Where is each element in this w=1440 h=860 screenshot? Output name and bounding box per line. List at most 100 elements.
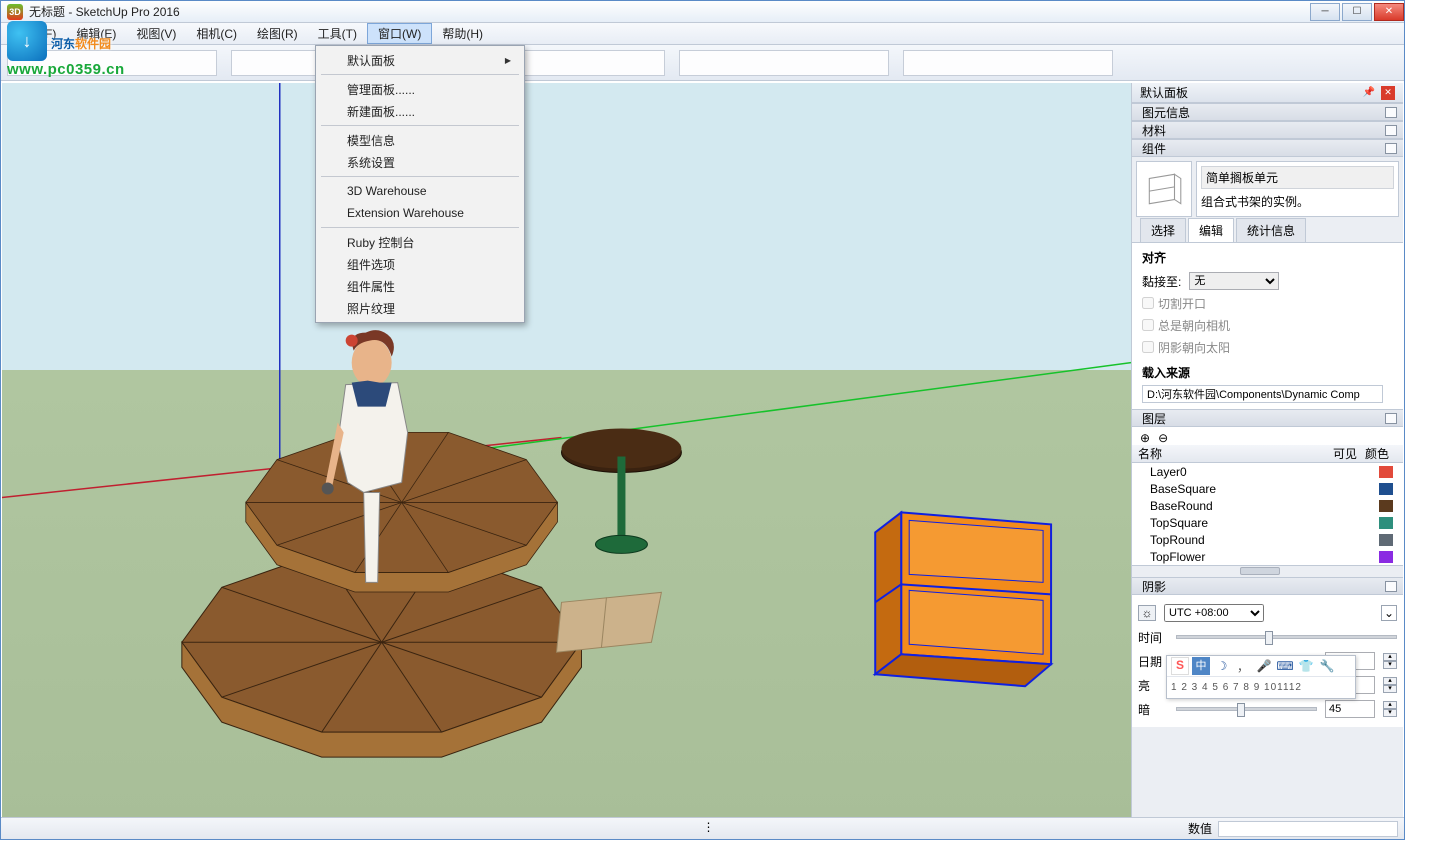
layer-color-swatch[interactable] (1379, 534, 1393, 546)
viewport[interactable] (2, 83, 1131, 838)
collapse-icon[interactable] (1385, 125, 1397, 136)
tab-edit[interactable]: 编辑 (1188, 218, 1234, 242)
col-name[interactable]: 名称 (1138, 445, 1333, 462)
face-camera-checkbox: 总是朝向相机 (1142, 317, 1230, 334)
menu-preferences[interactable]: 系统设置 (319, 151, 521, 173)
toolbar-slot-4[interactable] (679, 50, 889, 76)
shadow-toggle-icon[interactable]: ☼ (1138, 605, 1156, 621)
ime-mode-cn[interactable]: 中 (1192, 657, 1210, 675)
glue-select[interactable]: 无 (1189, 272, 1279, 290)
component-thumbnail[interactable] (1136, 161, 1192, 217)
dark-input[interactable] (1325, 700, 1375, 718)
collapse-icon[interactable] (1385, 107, 1397, 118)
ime-comma-icon[interactable]: ， (1234, 657, 1252, 675)
layer-row[interactable]: TopSquare (1132, 514, 1403, 531)
dark-label: 暗 (1138, 701, 1168, 718)
menu-separator (321, 176, 519, 177)
collapse-icon[interactable] (1385, 143, 1397, 154)
collapse-icon[interactable] (1385, 413, 1397, 424)
menu-default-tray[interactable]: 默认面板 (319, 49, 521, 71)
shadow-settings-button[interactable]: ⌄ (1381, 605, 1397, 621)
tray-section-materials[interactable]: 材料 (1132, 121, 1403, 139)
menu-component-options[interactable]: 组件选项 (319, 253, 521, 275)
tray-section-entity-info[interactable]: 图元信息 (1132, 103, 1403, 121)
tab-select[interactable]: 选择 (1140, 218, 1186, 242)
component-edit-body: 对齐 黏接至: 无 切割开口 总是朝向相机 阴影朝向太阳 载入来源 D:\河东软… (1132, 243, 1403, 409)
timezone-select[interactable]: UTC +08:00 (1164, 604, 1264, 622)
layer-name: TopRound (1138, 533, 1347, 547)
minimize-button[interactable]: ─ (1310, 3, 1340, 21)
toolbar-slot-5[interactable] (903, 50, 1113, 76)
loaded-from-header: 载入来源 (1142, 364, 1393, 381)
window-title: 无标题 - SketchUp Pro 2016 (29, 3, 180, 20)
menu-tools[interactable]: 工具(T) (308, 23, 367, 44)
menu-3d-warehouse[interactable]: 3D Warehouse (319, 180, 521, 202)
menu-photo-textures[interactable]: 照片纹理 (319, 297, 521, 319)
ime-logo-icon[interactable]: S (1171, 657, 1189, 675)
layer-color-swatch[interactable] (1379, 551, 1393, 563)
layer-name: BaseRound (1138, 499, 1347, 513)
layer-row[interactable]: BaseRound (1132, 497, 1403, 514)
date-label: 日期 (1138, 653, 1168, 670)
layer-row[interactable]: BaseSquare (1132, 480, 1403, 497)
menu-component-attributes[interactable]: 组件属性 (319, 275, 521, 297)
menu-new-tray[interactable]: 新建面板...... (319, 100, 521, 122)
layer-row[interactable]: Layer0 (1132, 463, 1403, 480)
collapse-icon[interactable] (1385, 581, 1397, 592)
component-desc-text: 组合式书架的实例。 (1201, 193, 1394, 210)
ime-moon-icon[interactable]: ☽ (1213, 657, 1231, 675)
tab-statistics[interactable]: 统计信息 (1236, 218, 1306, 242)
light-spinner[interactable]: ▴▾ (1383, 677, 1397, 693)
ime-skin-icon[interactable]: 👕 (1297, 657, 1315, 675)
menu-camera[interactable]: 相机(C) (186, 23, 247, 44)
menu-ruby-console[interactable]: Ruby 控制台 (319, 231, 521, 253)
menu-edit[interactable]: 编辑(E) (66, 23, 126, 44)
layers-header: 名称 可见 颜色 (1132, 445, 1403, 463)
time-slider[interactable] (1176, 635, 1397, 639)
layer-name: Layer0 (1138, 465, 1347, 479)
layer-color-swatch[interactable] (1379, 517, 1393, 529)
cut-opening-checkbox: 切割开口 (1142, 295, 1206, 312)
pin-icon[interactable]: 📌 (1363, 87, 1375, 98)
layer-color-swatch[interactable] (1379, 500, 1393, 512)
dark-slider[interactable] (1176, 707, 1317, 711)
ime-mic-icon[interactable]: 🎤 (1255, 657, 1273, 675)
menu-draw[interactable]: 绘图(R) (247, 23, 308, 44)
menu-help[interactable]: 帮助(H) (432, 23, 493, 44)
menu-view[interactable]: 视图(V) (126, 23, 186, 44)
ime-tools-icon[interactable]: 🔧 (1318, 657, 1336, 675)
close-button[interactable]: ✕ (1374, 3, 1404, 21)
tray-section-layers[interactable]: 图层 (1132, 409, 1403, 427)
component-preview: 简单搁板单元 组合式书架的实例。 (1132, 157, 1403, 221)
tray-section-shadows[interactable]: 阴影 (1132, 577, 1403, 595)
component-tabs: 选择 编辑 统计信息 (1132, 221, 1403, 243)
measurement-label: 数值 (1188, 820, 1218, 837)
dark-spinner[interactable]: ▴▾ (1383, 701, 1397, 717)
menu-extension-warehouse[interactable]: Extension Warehouse (319, 202, 521, 224)
layer-row[interactable]: TopRound (1132, 531, 1403, 548)
tray-close-button[interactable]: ✕ (1381, 86, 1395, 100)
toolbar-slot-1[interactable] (7, 50, 217, 76)
ime-toolbar[interactable]: S 中 ☽ ， 🎤 ⌨ 👕 🔧 1 2 3 4 5 6 7 8 9 101112 (1166, 655, 1356, 699)
tray-title[interactable]: 默认面板 📌 ✕ (1132, 83, 1403, 103)
layers-scrollbar[interactable] (1132, 565, 1403, 577)
col-color[interactable]: 颜色 (1365, 445, 1397, 462)
ime-keyboard-icon[interactable]: ⌨ (1276, 657, 1294, 675)
layer-color-swatch[interactable] (1379, 483, 1393, 495)
layer-name: TopFlower (1138, 550, 1347, 564)
menu-model-info[interactable]: 模型信息 (319, 129, 521, 151)
layer-row[interactable]: TopFlower (1132, 548, 1403, 565)
measurement-input[interactable] (1218, 821, 1398, 837)
menu-manage-trays[interactable]: 管理面板...... (319, 78, 521, 100)
layers-toolbar: ⊕⊖ (1132, 427, 1403, 445)
layer-color-swatch[interactable] (1379, 466, 1393, 478)
menu-file[interactable]: 文件(F) (7, 23, 66, 44)
menu-window[interactable]: 窗口(W) (367, 23, 432, 44)
date-spinner[interactable]: ▴▾ (1383, 653, 1397, 669)
col-visible[interactable]: 可见 (1333, 445, 1365, 462)
layer-name: TopSquare (1138, 516, 1347, 530)
component-path[interactable]: D:\河东软件园\Components\Dynamic Comp (1142, 385, 1383, 403)
statusbar-grip[interactable]: ⋮ (703, 820, 711, 838)
tray-section-components[interactable]: 组件 (1132, 139, 1403, 157)
maximize-button[interactable]: ☐ (1342, 3, 1372, 21)
